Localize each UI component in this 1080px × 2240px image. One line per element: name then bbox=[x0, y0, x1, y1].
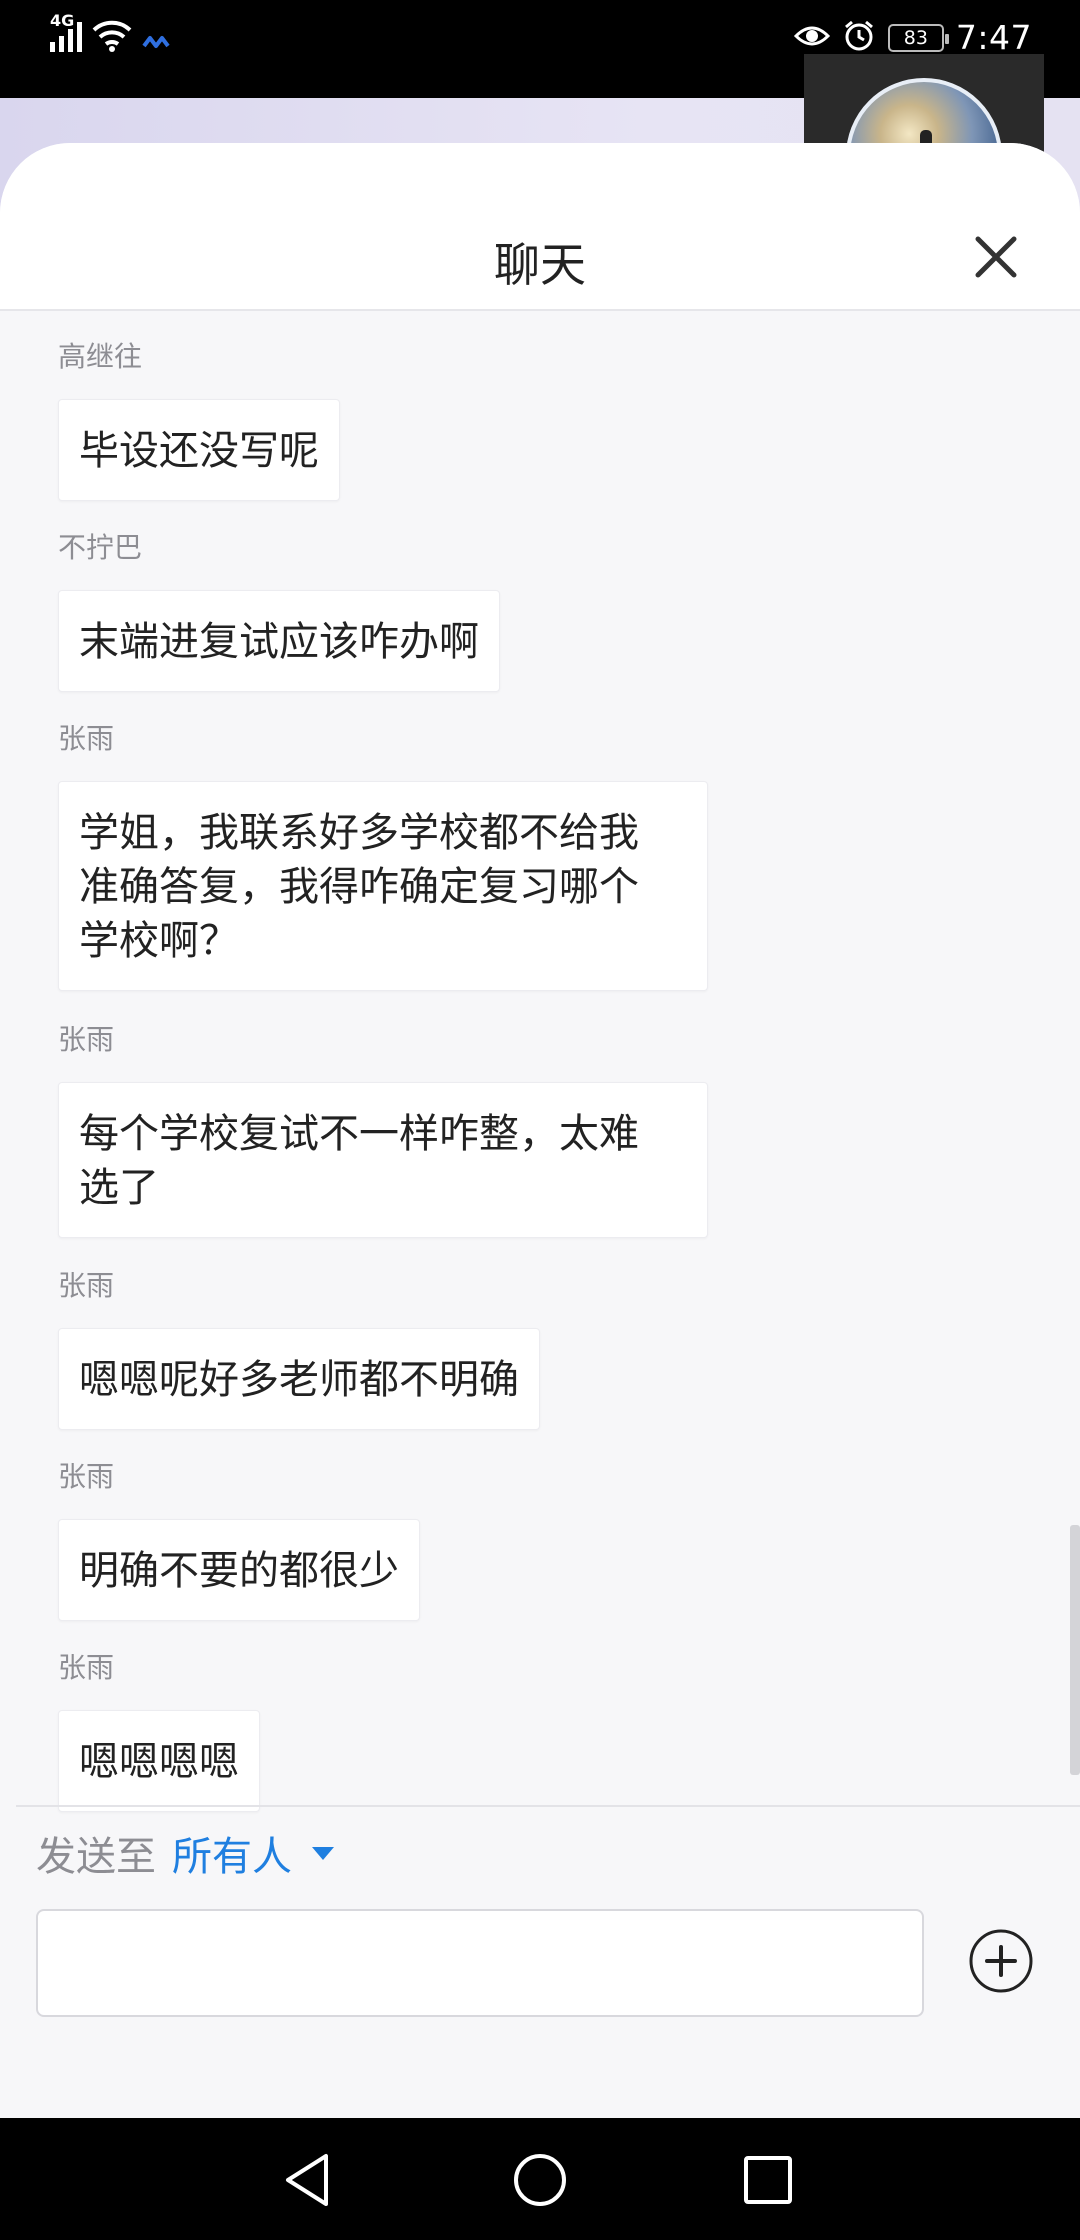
status-right: 83 7:47 bbox=[793, 18, 1032, 57]
battery-icon: 83 bbox=[887, 23, 949, 52]
sender-name: 高继往 bbox=[58, 340, 143, 373]
message-item: 张雨 嗯嗯嗯嗯 bbox=[58, 1650, 260, 1812]
battery-level: 83 bbox=[903, 26, 928, 49]
back-icon bbox=[286, 2154, 328, 2206]
message-item: 张雨 每个学校复试不一样咋整，太难 选了 bbox=[58, 1022, 708, 1238]
sender-name: 不拧巴 bbox=[58, 531, 143, 564]
message-bubble[interactable]: 学姐，我联系好多学校都不给我 准确答复，我得咋确定复习哪个 学校啊？ bbox=[58, 781, 708, 991]
close-icon bbox=[975, 236, 1017, 278]
add-button[interactable] bbox=[968, 1928, 1034, 1994]
back-button[interactable] bbox=[276, 2148, 340, 2212]
status-left: 4G bbox=[50, 11, 170, 52]
message-bubble[interactable]: 嗯嗯呢好多老师都不明确 bbox=[58, 1328, 540, 1430]
sender-name: 张雨 bbox=[58, 1651, 115, 1684]
message-item: 张雨 学姐，我联系好多学校都不给我 准确答复，我得咋确定复习哪个 学校啊？ bbox=[58, 721, 708, 991]
divider bbox=[16, 1805, 1080, 1807]
message-input[interactable] bbox=[36, 1909, 924, 2017]
recipient-select[interactable]: 所有人 bbox=[172, 1824, 334, 1882]
caret-down-icon bbox=[312, 1846, 334, 1860]
recents-button[interactable] bbox=[736, 2148, 800, 2212]
eye-icon bbox=[793, 23, 831, 53]
plus-circle-icon bbox=[969, 1929, 1033, 1993]
sender-name: 张雨 bbox=[58, 1023, 115, 1056]
home-icon bbox=[514, 2154, 566, 2206]
recents-icon bbox=[744, 2156, 792, 2204]
chat-header: 聊天 bbox=[0, 143, 1080, 311]
wifi-icon bbox=[92, 18, 132, 52]
recipient-value: 所有人 bbox=[172, 1834, 292, 1880]
scrollbar[interactable] bbox=[1070, 1525, 1080, 1775]
message-bubble[interactable]: 每个学校复试不一样咋整，太难 选了 bbox=[58, 1082, 708, 1238]
send-to-label: 发送至 bbox=[36, 1834, 156, 1880]
message-item: 不拧巴 末端进复试应该咋办啊 bbox=[58, 530, 500, 692]
message-bubble[interactable]: 末端进复试应该咋办啊 bbox=[58, 590, 500, 692]
send-to-row: 发送至 所有人 bbox=[36, 1823, 334, 1883]
message-bubble[interactable]: 毕设还没写呢 bbox=[58, 399, 340, 501]
close-button[interactable] bbox=[970, 231, 1022, 283]
page-title: 聊天 bbox=[494, 238, 586, 292]
message-item: 张雨 嗯嗯呢好多老师都不明确 bbox=[58, 1268, 540, 1430]
clock: 7:47 bbox=[955, 18, 1032, 57]
sender-name: 张雨 bbox=[58, 1460, 115, 1493]
message-item: 张雨 明确不要的都很少 bbox=[58, 1459, 420, 1621]
home-button[interactable] bbox=[508, 2148, 572, 2212]
sender-name: 张雨 bbox=[58, 1269, 115, 1302]
chat-panel: 聊天 高继往 毕设还没写呢 不拧巴 末端进复试应该咋办啊 张雨 学姐，我联系好多… bbox=[0, 143, 1080, 2118]
data-app-icon bbox=[142, 32, 170, 52]
message-bubble[interactable]: 嗯嗯嗯嗯 bbox=[58, 1710, 260, 1812]
message-list[interactable]: 高继往 毕设还没写呢 不拧巴 末端进复试应该咋办啊 张雨 学姐，我联系好多学校都… bbox=[0, 313, 1080, 1949]
alarm-icon bbox=[842, 19, 876, 57]
message-bubble[interactable]: 明确不要的都很少 bbox=[58, 1519, 420, 1621]
network-type-label: 4G bbox=[50, 11, 75, 30]
sender-name: 张雨 bbox=[58, 722, 115, 755]
system-nav-bar bbox=[0, 2118, 1080, 2240]
message-item: 高继往 毕设还没写呢 bbox=[58, 339, 340, 501]
